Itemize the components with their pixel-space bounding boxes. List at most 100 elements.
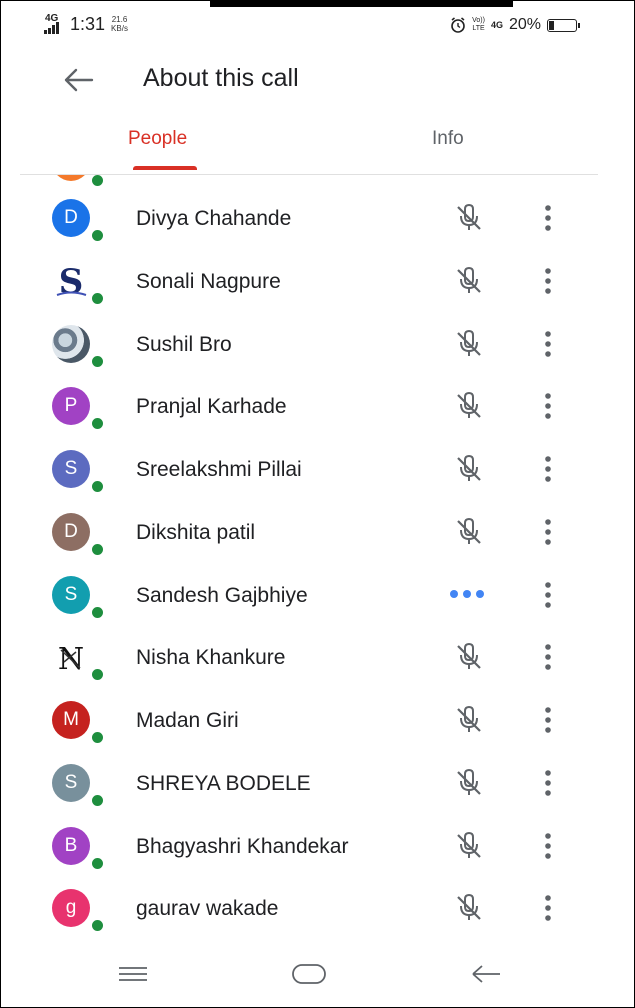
status-right: Vo)) LTE 4G 20% (450, 16, 580, 34)
mic-off-icon[interactable] (452, 389, 486, 423)
more-options-icon[interactable] (536, 891, 560, 925)
more-options-icon[interactable] (536, 327, 560, 361)
more-options-icon[interactable] (536, 703, 560, 737)
tab-info[interactable]: Info (432, 128, 464, 150)
signal-icon: 4G (44, 13, 66, 34)
participant-list[interactable]: D Divya Chahande S Sonali Nagpure Sushil Bro… (0, 175, 635, 945)
more-options-icon[interactable] (536, 452, 560, 486)
speed-unit: KB/s (111, 24, 128, 33)
mic-off-icon[interactable] (452, 201, 486, 235)
more-options-icon[interactable] (536, 389, 560, 423)
more-options-icon[interactable] (536, 515, 560, 549)
app-bar: About this call (0, 58, 635, 102)
participant-name: Sonali Nagpure (136, 270, 281, 293)
participant-name: Sreelakshmi Pillai (136, 458, 302, 481)
avatar: M (52, 701, 90, 739)
participant-name: Nisha Khankure (136, 646, 286, 669)
avatar: P (52, 387, 90, 425)
participant-row[interactable]: D Divya Chahande (0, 191, 635, 254)
alarm-icon (451, 17, 465, 33)
back-icon[interactable] (468, 960, 504, 988)
participant-name: Bhagyashri Khandekar (136, 835, 349, 858)
participant-row[interactable]: g gaurav wakade (0, 881, 635, 944)
participant-row[interactable]: D Dikshita patil (0, 505, 635, 568)
mic-off-icon[interactable] (452, 829, 486, 863)
avatar: g (52, 889, 90, 927)
mic-off-icon[interactable] (452, 264, 486, 298)
more-options-icon[interactable] (536, 264, 560, 298)
participant-row[interactable]: S Sonali Nagpure (0, 254, 635, 317)
online-indicator (90, 175, 105, 188)
mic-off-icon[interactable] (452, 891, 486, 925)
battery-fill (549, 20, 554, 30)
avatar: D (52, 513, 90, 551)
participant-name: Madan Giri (136, 709, 239, 732)
mic-off-icon[interactable] (452, 515, 486, 549)
participant-row[interactable]: P Pranjal Karhade (0, 379, 635, 442)
avatar (52, 325, 90, 363)
avatar (52, 175, 90, 181)
participant-row[interactable]: S Sandesh Gajbhiye (0, 568, 635, 631)
more-options-icon[interactable] (536, 201, 560, 235)
menu-icon[interactable] (116, 962, 150, 986)
online-indicator (90, 542, 105, 557)
online-indicator (90, 793, 105, 808)
speed-value: 21.6 (111, 15, 128, 24)
avatar: S (52, 576, 90, 614)
avatar: S (52, 262, 90, 302)
avatar: B (52, 827, 90, 865)
arrow-left-icon[interactable] (58, 64, 98, 96)
network-speed: 21.6 KB/s (111, 15, 128, 33)
participant-name: Pranjal Karhade (136, 395, 287, 418)
avatar: D (52, 199, 90, 237)
status-left: 4G 1:31 21.6 KB/s (44, 13, 128, 35)
online-indicator (90, 354, 105, 369)
participant-name: Dikshita patil (136, 521, 256, 544)
top-notch (210, 0, 513, 7)
participant-row[interactable]: Sushil Bro (0, 317, 635, 380)
volte-indicator: Vo)) LTE (472, 17, 485, 33)
network-4g: 4G (490, 20, 503, 30)
mic-off-icon[interactable] (452, 452, 486, 486)
participant-row[interactable]: S SHREYA BODELE (0, 756, 635, 819)
mic-off-icon[interactable] (452, 327, 486, 361)
battery-icon (547, 18, 580, 32)
status-bar: 4G 1:31 21.6 KB/s Vo)) LTE 4G 20% (0, 8, 635, 44)
avatar: S (52, 764, 90, 802)
online-indicator (90, 730, 105, 745)
more-options-icon[interactable] (536, 766, 560, 800)
avatar: N (52, 638, 90, 677)
participant-name: Sandesh Gajbhiye (136, 584, 308, 607)
mic-off-icon[interactable] (452, 703, 486, 737)
home-icon[interactable] (291, 962, 327, 986)
tab-indicator (133, 166, 197, 170)
participant-row[interactable]: N Nisha Khankure (0, 630, 635, 693)
participant-name: Divya Chahande (136, 207, 292, 230)
participant-row[interactable]: M Madan Giri (0, 693, 635, 756)
online-indicator (90, 228, 105, 243)
volte-top: Vo)) (472, 17, 485, 24)
online-indicator (90, 856, 105, 871)
more-options-icon[interactable] (536, 640, 560, 674)
clock: 1:31 (70, 14, 106, 34)
volte-bottom: LTE (472, 25, 485, 32)
participant-row[interactable]: B Bhagyashri Khandekar (0, 819, 635, 882)
more-options-icon[interactable] (536, 578, 560, 612)
mic-off-icon[interactable] (452, 766, 486, 800)
online-indicator (90, 416, 105, 431)
online-indicator (90, 479, 105, 494)
system-nav-bar (0, 950, 635, 1000)
page-title: About this call (143, 64, 299, 92)
online-indicator (90, 918, 105, 933)
battery-percent: 20% (508, 16, 541, 33)
more-options-icon[interactable] (536, 829, 560, 863)
participant-row[interactable]: S Sreelakshmi Pillai (0, 442, 635, 505)
tab-people[interactable]: People (128, 128, 187, 150)
participant-name: gaurav wakade (136, 897, 279, 920)
participant-name: SHREYA BODELE (136, 772, 311, 795)
avatar: S (52, 450, 90, 488)
online-indicator (90, 605, 105, 620)
participant-name: Sushil Bro (136, 333, 232, 356)
mic-off-icon[interactable] (452, 640, 486, 674)
tab-bar: People Info (20, 118, 598, 175)
